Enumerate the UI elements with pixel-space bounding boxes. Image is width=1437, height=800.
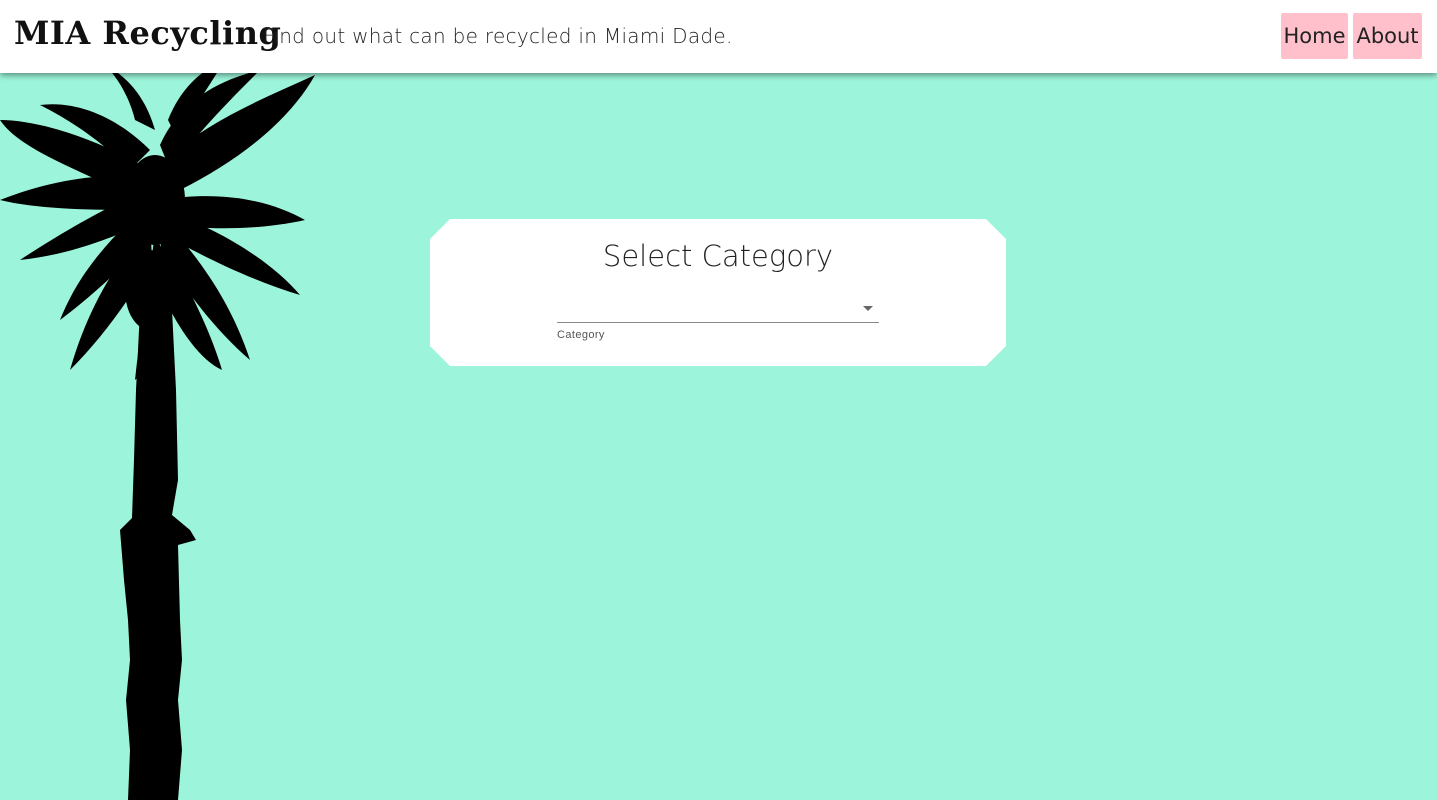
category-card: Select Category Category — [430, 219, 1006, 366]
chevron-down-icon — [863, 306, 873, 311]
app-title: MIA Recycling — [14, 14, 282, 52]
nav-about-button[interactable]: About — [1353, 13, 1422, 59]
category-helper-label: Category — [557, 329, 605, 341]
app-tagline: Find out what can be recycled in Miami D… — [263, 24, 733, 48]
top-app-bar: MIA Recycling Find out what can be recyc… — [0, 0, 1437, 73]
card-title: Select Category — [602, 239, 834, 273]
category-select[interactable] — [557, 299, 879, 323]
nav-home-button[interactable]: Home — [1281, 13, 1348, 59]
palm-tree-illustration — [0, 60, 315, 800]
